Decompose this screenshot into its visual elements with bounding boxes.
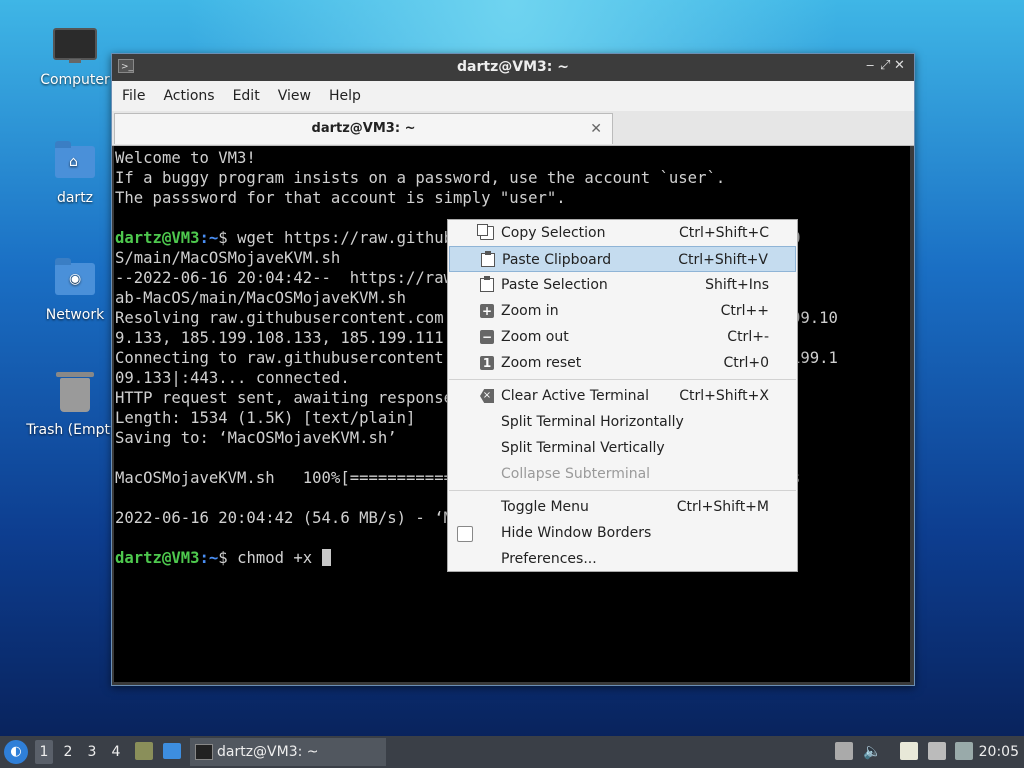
menu-file[interactable]: File: [112, 81, 153, 104]
menu-actions[interactable]: Actions: [153, 81, 222, 104]
terminal-icon: [195, 744, 213, 760]
menu-item-label: Toggle Menu: [501, 499, 589, 515]
tab-bar: dartz@VM3: ~ ✕: [112, 111, 914, 146]
menu-edit[interactable]: Edit: [223, 81, 268, 104]
close-button[interactable]: ✕: [894, 58, 908, 73]
menu-item-label: Zoom reset: [501, 355, 582, 371]
text-cursor: [321, 549, 331, 566]
menu-item-collapse-subterminal: Collapse Subterminal: [449, 461, 796, 487]
menu-item-hide-window-borders[interactable]: Hide Window Borders: [449, 520, 796, 546]
terminal-line: If a buggy program insists on a password…: [115, 169, 726, 187]
menu-item-label: Collapse Subterminal: [501, 466, 651, 482]
zoom-reset-icon: 1: [480, 356, 494, 370]
checkbox[interactable]: [457, 526, 473, 542]
menu-item-label: Split Terminal Horizontally: [501, 414, 684, 430]
menu-item-shortcut: Ctrl+-: [727, 329, 769, 345]
context-menu: Copy Selection Ctrl+Shift+C Paste Clipboar…: [447, 219, 798, 572]
menu-item-label: Clear Active Terminal: [501, 388, 649, 404]
window-titlebar[interactable]: >_ dartz@VM3: ~ ‒⤢✕: [112, 54, 914, 81]
menu-item-zoom-out[interactable]: − Zoom out Ctrl+-: [449, 324, 796, 350]
prompt-symbol: $: [218, 229, 238, 247]
volume-icon[interactable]: 🔈: [863, 742, 882, 760]
home-folder-icon: ⌂: [53, 141, 97, 186]
minimize-button[interactable]: ‒: [866, 58, 880, 73]
terminal-line: Welcome to VM3!: [115, 149, 256, 167]
menu-item-preferences[interactable]: Preferences...: [449, 546, 796, 572]
taskbar-task-terminal[interactable]: dartz@VM3: ~: [190, 738, 386, 766]
prompt-path: :~: [199, 229, 219, 247]
menu-item-label: Paste Selection: [501, 277, 608, 293]
menu-item-label: Zoom out: [501, 329, 569, 345]
maximize-button[interactable]: ⤢: [880, 58, 894, 73]
copy-icon: [477, 224, 494, 240]
workspace-1[interactable]: 1: [35, 740, 53, 764]
menu-item-label: Preferences...: [501, 551, 597, 567]
menu-item-label: Hide Window Borders: [501, 525, 652, 541]
tab-label: dartz@VM3: ~: [311, 121, 416, 136]
tab-terminal[interactable]: dartz@VM3: ~ ✕: [114, 113, 613, 144]
menu-item-shortcut: Ctrl++: [720, 303, 769, 319]
desktop-icon-label: Computer: [40, 72, 110, 88]
menu-item-shortcut: Ctrl+Shift+V: [678, 252, 768, 268]
menu-view[interactable]: View: [268, 81, 319, 104]
workspace-4[interactable]: 4: [107, 744, 125, 760]
menu-item-copy-selection[interactable]: Copy Selection Ctrl+Shift+C: [449, 220, 796, 246]
menu-item-label: Copy Selection: [501, 225, 606, 241]
menu-item-clear-active-terminal[interactable]: × Clear Active Terminal Ctrl+Shift+X: [449, 383, 796, 409]
workspace-2[interactable]: 2: [59, 744, 77, 760]
taskbar: ◐ 1 2 3 4 dartz@VM3: ~ 🔈 20:05: [0, 736, 1024, 768]
zoom-in-icon: +: [480, 304, 494, 318]
network-status-icon[interactable]: [928, 742, 946, 760]
update-notifier-icon[interactable]: [835, 742, 853, 760]
prompt-user: dartz@VM3: [115, 549, 200, 567]
menu-item-zoom-in[interactable]: + Zoom in Ctrl++: [449, 298, 796, 324]
tab-close-icon[interactable]: ✕: [590, 114, 602, 144]
desktop-icon-label: Trash (Empty): [26, 422, 124, 438]
clipboard-icon[interactable]: [900, 742, 918, 760]
menu-item-split-terminal-vertically[interactable]: Split Terminal Vertically: [449, 435, 796, 461]
prompt-symbol: $: [218, 549, 238, 567]
zoom-out-icon: −: [480, 330, 494, 344]
menu-item-shortcut: Ctrl+Shift+C: [679, 225, 769, 241]
network-folder-icon: ◉: [53, 258, 97, 303]
menu-item-paste-clipboard[interactable]: Paste Clipboard Ctrl+Shift+V: [449, 246, 796, 272]
trash-icon: [53, 372, 97, 418]
menu-item-label: Split Terminal Vertically: [501, 440, 665, 456]
menu-separator: [449, 490, 796, 491]
prompt-path: :~: [199, 549, 219, 567]
desktop-icon-label: dartz: [56, 190, 94, 206]
menu-help[interactable]: Help: [319, 81, 369, 104]
notifications-icon[interactable]: [955, 742, 973, 760]
menu-item-label: Paste Clipboard: [502, 252, 612, 268]
menu-item-shortcut: Ctrl+0: [723, 355, 769, 371]
taskbar-task-label: dartz@VM3: ~: [217, 744, 319, 760]
computer-icon: [53, 28, 97, 68]
menu-item-split-terminal-horizontally[interactable]: Split Terminal Horizontally: [449, 409, 796, 435]
current-command: chmod +x: [237, 549, 322, 567]
prompt-user: dartz@VM3: [115, 229, 200, 247]
clock[interactable]: 20:05: [979, 744, 1019, 760]
workspace-3[interactable]: 3: [83, 744, 101, 760]
menu-item-zoom-reset[interactable]: 1 Zoom reset Ctrl+0: [449, 350, 796, 376]
menu-item-toggle-menu[interactable]: Toggle Menu Ctrl+Shift+M: [449, 494, 796, 520]
menu-item-shortcut: Ctrl+Shift+M: [676, 499, 769, 515]
menu-item-paste-selection[interactable]: Paste Selection Shift+Ins: [449, 272, 796, 298]
menu-separator: [449, 379, 796, 380]
paste-selection-icon: [480, 276, 494, 292]
show-desktop-icon[interactable]: [163, 743, 181, 759]
desktop-icon-label: Network: [45, 307, 105, 323]
menu-bar: File Actions Edit View Help: [112, 81, 914, 111]
paste-icon: [481, 251, 495, 267]
start-menu-button[interactable]: ◐: [4, 740, 28, 764]
terminal-line: The passsword for that account is simply…: [115, 189, 566, 207]
menu-item-shortcut: Shift+Ins: [705, 277, 769, 293]
clear-icon: ×: [480, 389, 494, 403]
menu-item-shortcut: Ctrl+Shift+X: [679, 388, 769, 404]
menu-item-label: Zoom in: [501, 303, 559, 319]
file-manager-launcher-icon[interactable]: [135, 742, 153, 760]
window-title: dartz@VM3: ~: [457, 59, 569, 75]
